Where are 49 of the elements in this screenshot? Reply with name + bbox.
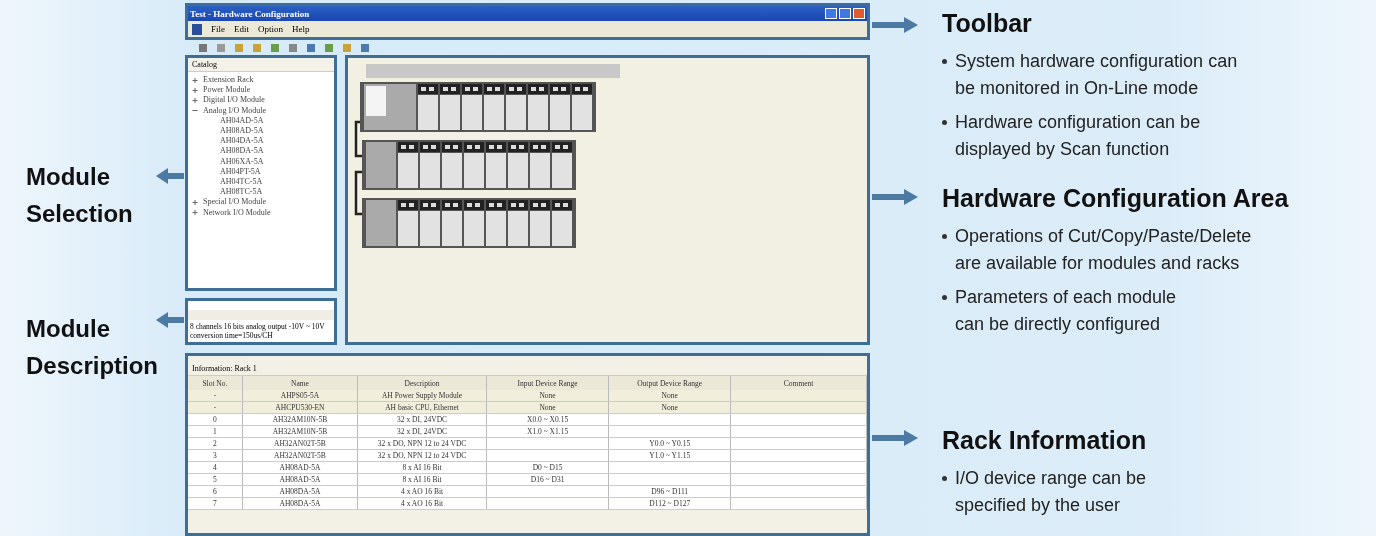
collapse-icon[interactable]	[192, 108, 198, 114]
expand-icon[interactable]	[192, 98, 198, 103]
tree-item[interactable]: AH08TC-5A	[192, 187, 330, 198]
callout-text: System hardware configuration can be monitored in On-Line mode	[955, 50, 1238, 100]
window-title: Test - Hardware Configuration	[190, 8, 310, 19]
callout-title: Rack Information	[942, 425, 1148, 455]
right-arrow-icon	[872, 430, 918, 446]
menu-item[interactable]: File	[211, 24, 225, 34]
right-arrow-icon	[872, 17, 918, 33]
expand-icon[interactable]	[192, 77, 198, 83]
tree-item[interactable]: Digital I/O Module	[203, 95, 265, 106]
tree-item[interactable]: AH08AD-5A	[192, 126, 330, 137]
bullet-icon	[942, 295, 947, 300]
expand-icon[interactable]	[192, 200, 198, 206]
minimize-button[interactable]	[825, 8, 837, 19]
tree-item[interactable]: Analog I/O Module	[203, 105, 267, 116]
bullet-icon	[942, 59, 947, 64]
callout-title: Toolbar	[942, 8, 1033, 38]
callout-text: Hardware configuration can be displayed by Scan function	[955, 111, 1201, 161]
tree-item[interactable]: AH04DA-5A	[192, 136, 330, 147]
tree-item[interactable]: Network I/O Module	[203, 207, 271, 218]
bullet-icon	[942, 120, 947, 125]
callout-text: Operations of Cut/Copy/Paste/Delete are available for modules and racks	[955, 225, 1252, 275]
tree-item[interactable]: AH04PT-5A	[192, 166, 330, 178]
left-arrow-icon	[156, 312, 184, 328]
panel-title: Catalog	[188, 58, 334, 72]
app-icon	[192, 23, 202, 35]
left-arrow-icon	[156, 168, 184, 184]
tree-item[interactable]: AH04AD-5A	[192, 115, 330, 126]
bullet-icon	[942, 476, 947, 481]
tree-item[interactable]: AH06XA-5A	[192, 156, 330, 167]
tree-item[interactable]: Special I/O Module	[203, 197, 267, 208]
tree-item[interactable]: AH08DA-5A	[192, 146, 330, 157]
tree-item[interactable]: Extension Rack	[203, 75, 254, 86]
menu-item[interactable]: Edit	[234, 24, 249, 34]
tree-item[interactable]: AH04TC-5A	[192, 177, 330, 188]
right-arrow-icon	[872, 189, 918, 205]
expand-icon[interactable]	[192, 87, 198, 93]
maximize-button[interactable]	[839, 8, 851, 19]
callout-title: Module Selection	[26, 162, 134, 229]
expand-icon[interactable]	[192, 210, 198, 216]
close-button[interactable]	[853, 8, 865, 19]
callout-text: I/O device range can be specified by the user	[955, 467, 1147, 517]
callout-text: Parameters of each module can be directly configured	[955, 286, 1177, 336]
bullet-icon	[942, 234, 947, 239]
menu-item[interactable]: Option	[258, 24, 284, 34]
menu-item[interactable]: Help	[292, 24, 310, 34]
callout-title: Hardware Configuration Area	[942, 183, 1290, 213]
tree-item[interactable]: Power Module	[203, 85, 251, 96]
